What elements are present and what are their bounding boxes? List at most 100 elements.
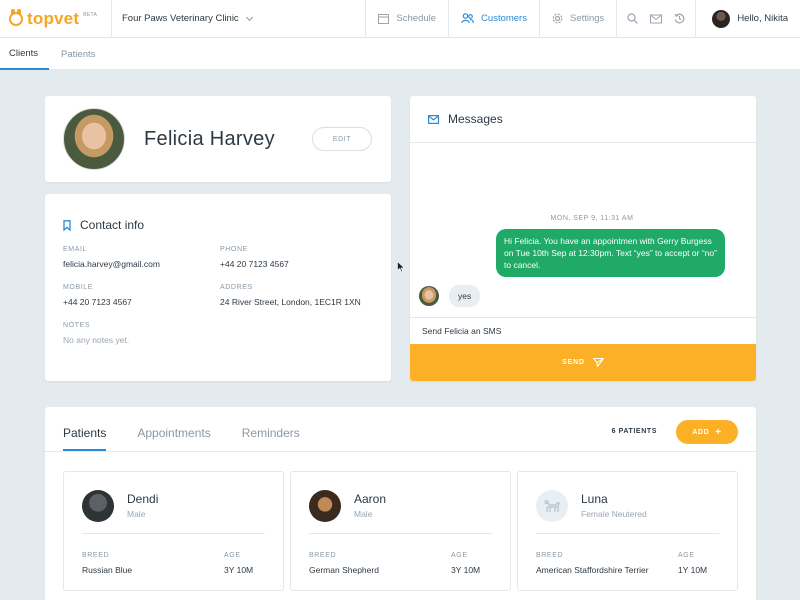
sub-navbar: Clients Patients [0,38,800,70]
contact-info-heading: Contact info [80,218,145,232]
tab-appointments[interactable]: Appointments [137,426,210,451]
age-value: 3Y 10M [451,565,481,575]
divider [536,533,719,534]
breed-value: Russian Blue [82,565,133,575]
contact-info-card: Contact info EMAIL felicia.harvey@gmail.… [45,194,391,381]
brand-name: topvet [27,8,80,28]
age-label: AGE [678,552,695,559]
nav-settings[interactable]: Settings [538,0,616,38]
user-greeting: Hello, Nikita [737,13,788,24]
avatar [309,490,341,522]
utility-icons [616,0,695,38]
add-patient-button[interactable]: ADD + [676,420,738,444]
mobile-value: +44 20 7123 4567 [63,297,132,307]
messages-card: Messages MON, SEP 9, 11:31 AM Hi Felicia… [410,96,756,381]
client-profile-card: Felicia Harvey EDIT [45,96,391,182]
messages-title: Messages [428,112,503,126]
patient-sex: Female Neutered [581,509,647,519]
email-field: EMAIL felicia.harvey@gmail.com [63,246,160,269]
send-icon [592,358,604,367]
patients-count: 6 PATIENTS [611,428,657,435]
edit-button[interactable]: EDIT [312,127,372,151]
nav-settings-label: Settings [569,13,605,24]
bookmark-icon [63,219,71,231]
breed-label: BREED [309,552,337,559]
search-icon[interactable] [627,13,639,24]
notes-value: No any notes yet. [63,335,130,345]
patient-name: Dendi [127,492,159,506]
tab-clients[interactable]: Clients [0,38,50,70]
mail-icon[interactable] [650,14,663,24]
breed-value: American Staffordshire Terrier [536,565,649,575]
age-label: AGE [451,552,468,559]
age-value: 1Y 10M [678,565,708,575]
breed-value: German Shepherd [309,565,379,575]
incoming-message: yes [449,285,481,307]
brand-logo[interactable]: topvet BETA [0,0,112,38]
notes-label: NOTES [63,322,91,329]
phone-field: PHONE +44 20 7123 4567 [220,246,289,269]
divider [82,533,265,534]
email-label: EMAIL [63,246,88,253]
beta-badge: BETA [83,11,98,18]
clinic-selector[interactable]: Four Paws Veterinary Clinic [112,0,352,38]
age-label: AGE [224,552,241,559]
clinic-name: Four Paws Veterinary Clinic [122,13,239,24]
phone-label: PHONE [220,246,248,253]
mouse-cursor-icon [397,261,405,273]
tab-reminders[interactable]: Reminders [242,426,300,451]
tab-patients[interactable]: Patients [49,38,107,70]
patient-card[interactable]: Dendi Male BREED AGE Russian Blue 3Y 10M [63,471,284,591]
users-icon [461,13,474,24]
breed-label: BREED [82,552,110,559]
avatar [712,9,731,28]
divider [309,533,492,534]
nav-schedule[interactable]: Schedule [365,0,448,38]
message-timestamp: MON, SEP 9, 11:31 AM [550,215,634,222]
dog-placeholder-icon [536,490,568,522]
avatar [419,286,439,306]
notes-field: NOTES No any notes yet. [63,322,129,345]
address-label: ADDRES [220,284,253,291]
mobile-field: MOBILE +44 20 7123 4567 [63,284,132,307]
avatar [82,490,114,522]
mail-icon [428,114,439,124]
send-label: SEND [562,359,585,366]
patients-panel: Patients Appointments Reminders 6 PATIEN… [45,407,756,600]
messages-heading: Messages [448,112,503,126]
user-menu[interactable]: Hello, Nikita [695,0,800,38]
send-button[interactable]: SEND [410,344,756,381]
nav-customers-label: Customers [481,13,527,24]
age-value: 3Y 10M [224,565,254,575]
client-avatar [63,108,125,170]
history-icon[interactable] [674,13,685,24]
messages-header: Messages [410,96,756,143]
email-value: felicia.harvey@gmail.com [63,259,160,269]
patient-sex: Male [127,509,146,519]
nav-customers[interactable]: Customers [448,0,539,38]
outgoing-message: Hi Felicia. You have an appointmen with … [496,229,725,277]
sms-input[interactable]: Send Felicia an SMS [410,317,756,344]
gear-icon [552,13,563,24]
patient-name: Aaron [354,492,387,506]
phone-value: +44 20 7123 4567 [220,259,289,269]
patient-sex: Male [354,509,373,519]
tab-patients-list[interactable]: Patients [63,426,107,451]
patient-card[interactable]: Luna Female Neutered BREED AGE American … [517,471,738,591]
address-field: ADDRES 24 River Street, London, 1EC1R 1X… [220,284,361,307]
plus-icon: + [715,426,722,438]
add-label: ADD [692,428,710,436]
incoming-message-row: yes [419,285,481,307]
patient-card[interactable]: Aaron Male BREED AGE German Shepherd 3Y … [290,471,511,591]
contact-info-title: Contact info [63,218,144,232]
mobile-label: MOBILE [63,284,94,291]
nav-schedule-label: Schedule [396,13,437,24]
client-name: Felicia Harvey [144,127,275,150]
top-navbar: topvet BETA Four Paws Veterinary Clinic … [0,0,800,38]
breed-label: BREED [536,552,564,559]
address-value: 24 River Street, London, 1EC1R 1XN [220,297,361,307]
chevron-down-icon [245,13,253,21]
cat-logo-icon [9,8,23,26]
calendar-icon [378,14,390,24]
patient-name: Luna [581,492,608,506]
